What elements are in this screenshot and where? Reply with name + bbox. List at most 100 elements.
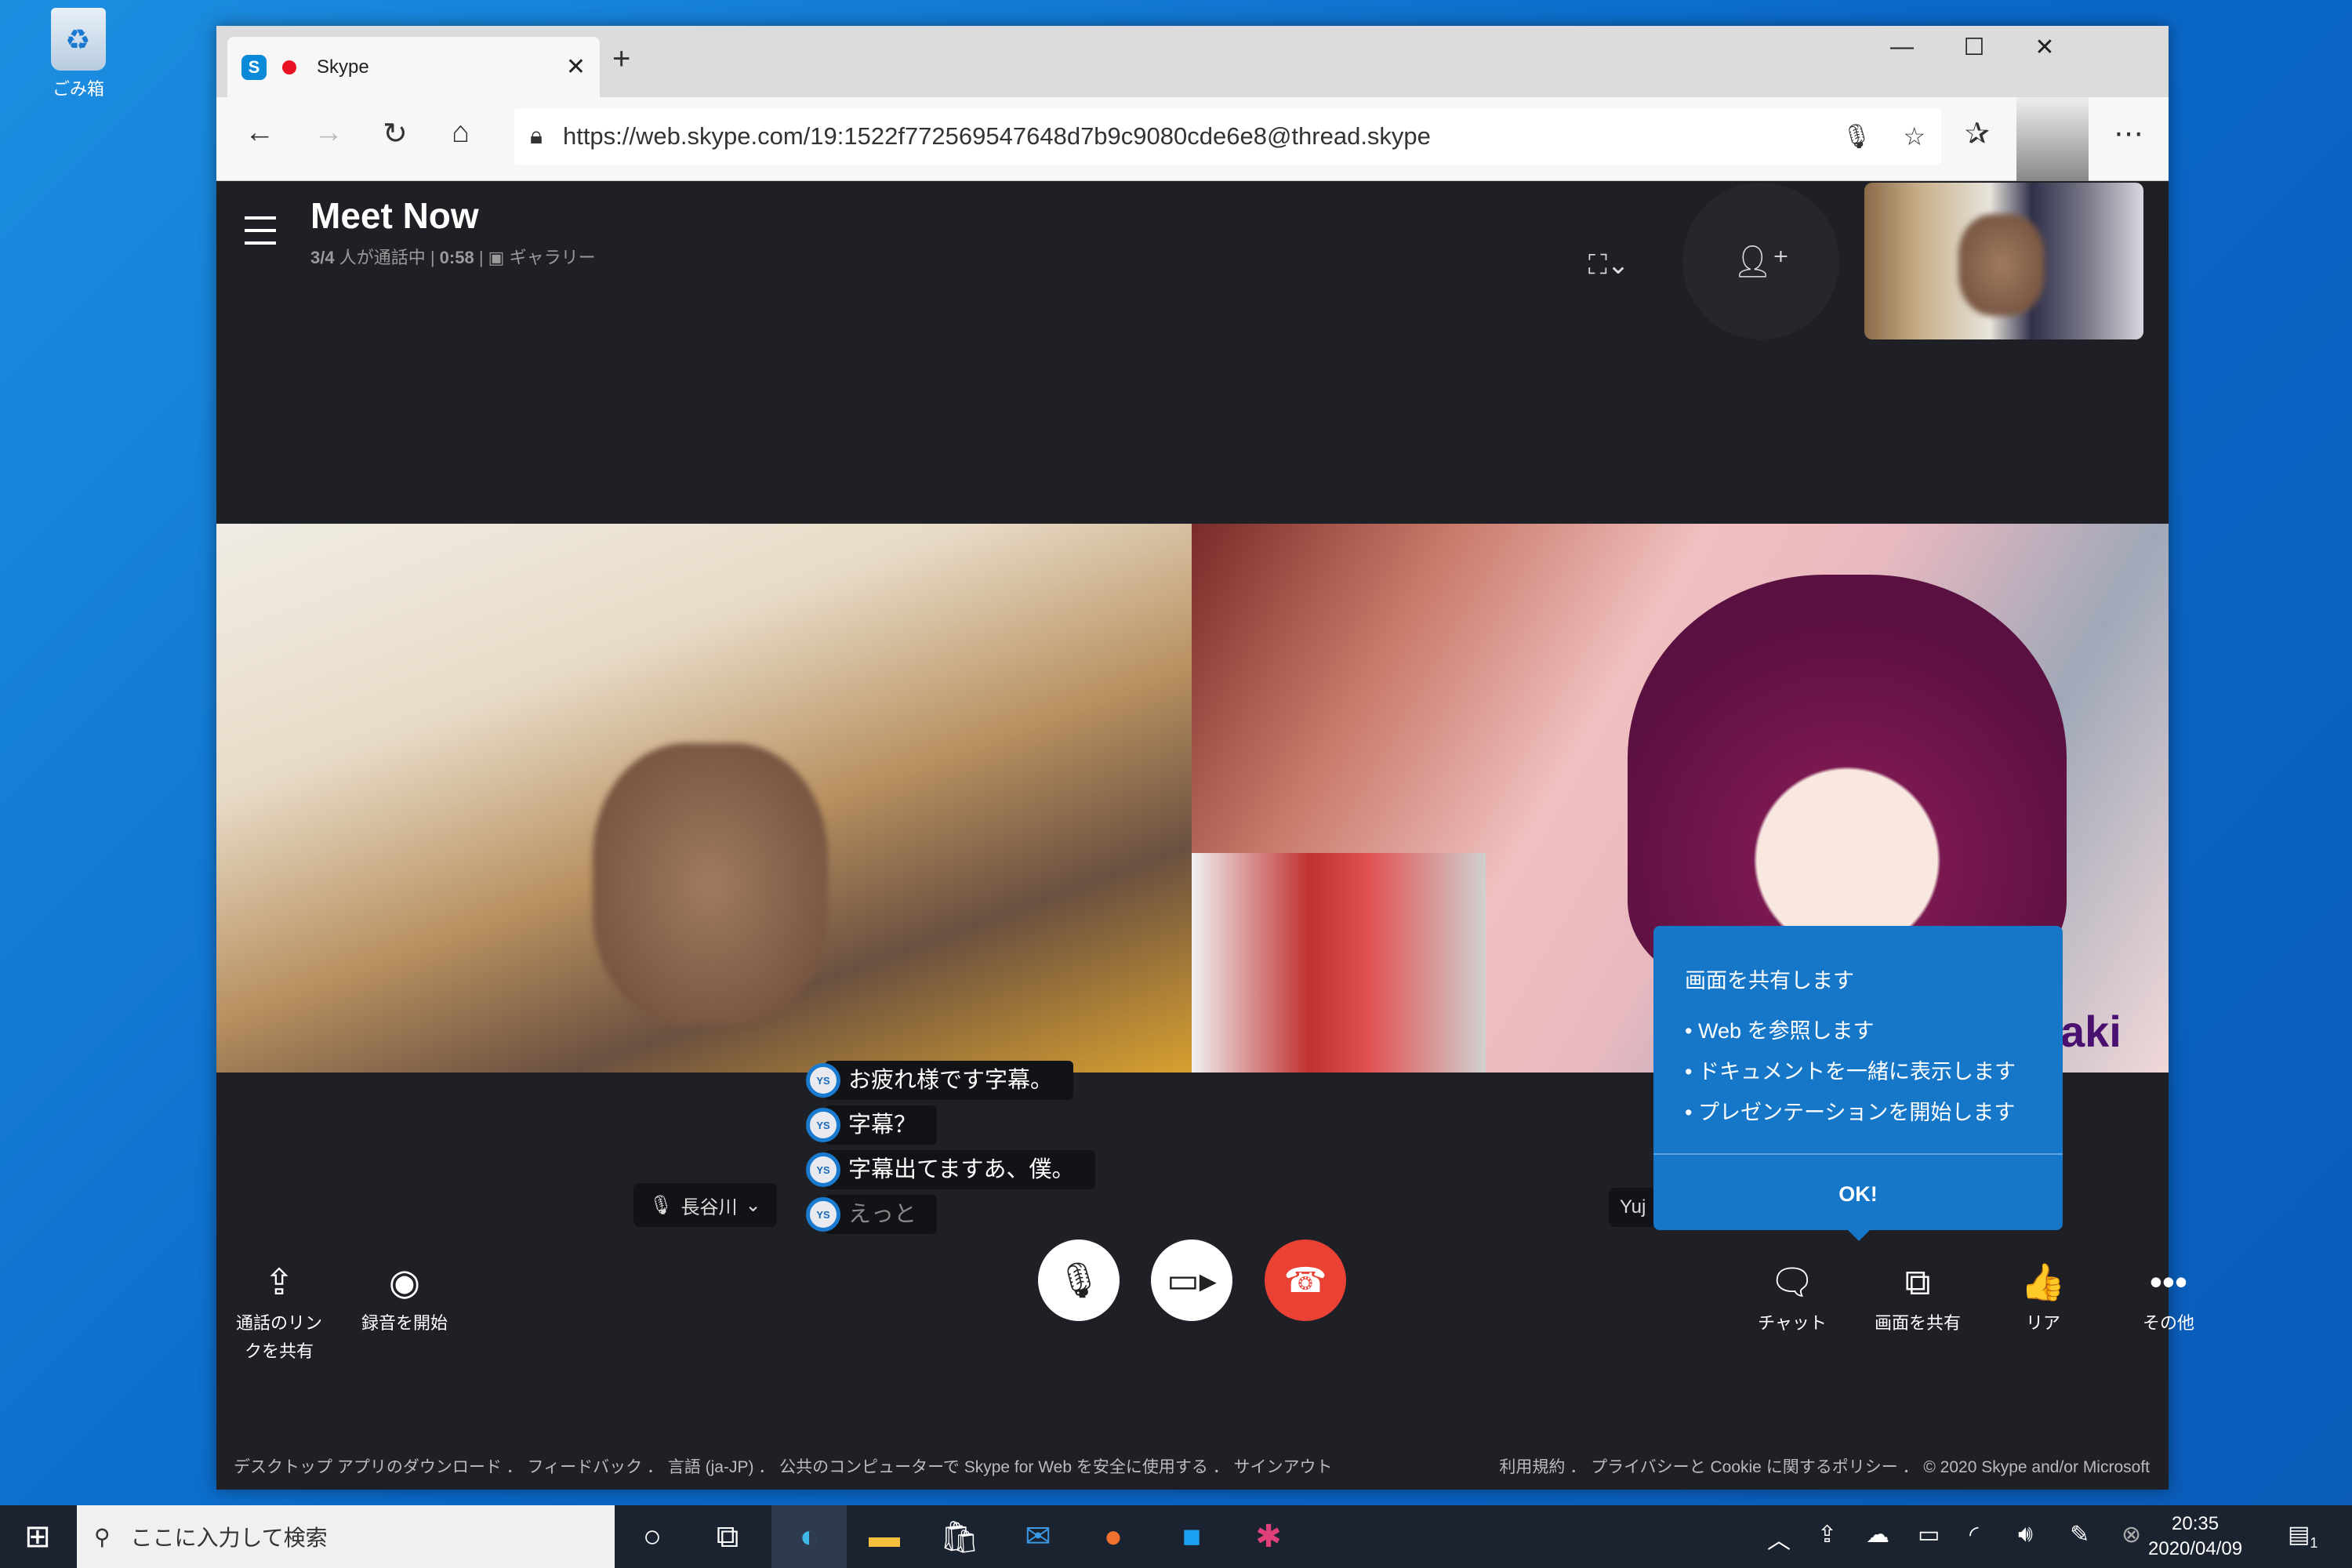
- thumbs-up-icon: 👍: [2020, 1261, 2066, 1302]
- footer-link-sign-out[interactable]: サインアウト: [1234, 1458, 1333, 1476]
- video-toggle-button[interactable]: ▭▸: [1151, 1240, 1232, 1321]
- forward-button[interactable]: →: [314, 116, 343, 150]
- tab-bar: S Skype ✕ + — ☐ ✕: [216, 26, 2169, 97]
- recycle-bin-label: ごみ箱: [52, 79, 104, 99]
- browser-tab-skype[interactable]: S Skype ✕: [227, 37, 600, 97]
- minimize-button[interactable]: —: [1878, 34, 1926, 60]
- caption-text: 字幕出てますあ、僕。: [825, 1150, 1095, 1189]
- close-tab-icon[interactable]: ✕: [566, 53, 586, 81]
- view-mode[interactable]: ギャラリー: [510, 248, 596, 267]
- file-explorer-icon[interactable]: ▬: [847, 1505, 922, 1568]
- favorites-icon[interactable]: ✰: [1965, 116, 1990, 151]
- share-screen-label: 画面を共有: [1874, 1313, 1961, 1333]
- recycle-bin-desktop-icon[interactable]: ごみ箱: [31, 8, 125, 100]
- chat-button[interactable]: 🗨︎ チャット: [1730, 1254, 1855, 1334]
- divider: [1653, 1153, 2063, 1155]
- add-participant-button[interactable]: 👤︎⁺: [1682, 183, 1839, 339]
- caption-item: YS お疲れ様です字幕。: [806, 1061, 1095, 1100]
- share-screen-button[interactable]: ⧉ 画面を共有: [1855, 1254, 1980, 1334]
- more-menu-icon[interactable]: ⋯: [2114, 116, 2143, 151]
- footer-link-download[interactable]: デスクトップ アプリのダウンロード: [234, 1458, 502, 1476]
- notification-count: 1: [2310, 1535, 2318, 1551]
- wifi-icon[interactable]: ◜: [1969, 1521, 1979, 1548]
- start-button[interactable]: ⊞: [0, 1505, 75, 1568]
- onedrive-icon[interactable]: ☁: [1866, 1521, 1889, 1548]
- close-window-button[interactable]: ✕: [2021, 34, 2068, 61]
- tooltip-ok-button[interactable]: OK!: [1653, 1161, 2063, 1228]
- address-bar-row: ← → ↻ ⌂ 🔒︎ https://web.skype.com/19:1522…: [216, 97, 2169, 181]
- caption-text: えっと: [825, 1195, 938, 1234]
- share-icon: ⇪: [263, 1261, 295, 1302]
- windows-logo-icon: ⊞: [24, 1519, 51, 1554]
- participant-suffix: 人が通話中 |: [334, 248, 440, 267]
- tooltip-title: 画面を共有します: [1685, 969, 1854, 993]
- favorite-star-icon[interactable]: ☆: [1903, 122, 1926, 151]
- avatar-character-image: [1628, 575, 2067, 982]
- maximize-button[interactable]: ☐: [1951, 34, 1998, 61]
- volume-icon[interactable]: 🔊︎: [2018, 1521, 2033, 1548]
- participant-video-3: [1192, 853, 1486, 1073]
- skype-logo-icon: S: [241, 54, 267, 80]
- share-screen-tooltip: 画面を共有します Web を参照しますドキュメントを一緒に表示しますプレゼンテー…: [1653, 926, 2063, 1241]
- footer-link-feedback[interactable]: フィードバック: [528, 1458, 643, 1476]
- caption-avatar: YS: [806, 1152, 840, 1187]
- caption-item: YS えっと: [806, 1195, 1095, 1234]
- cortana-icon[interactable]: ○: [615, 1505, 690, 1568]
- battery-icon[interactable]: ▭: [1918, 1521, 1940, 1548]
- remote-name-chip[interactable]: Yuj: [1609, 1188, 1657, 1227]
- twitter-icon[interactable]: ■: [1154, 1505, 1229, 1568]
- more-options-button[interactable]: ••• その他: [2106, 1254, 2231, 1334]
- store-icon[interactable]: 🛍︎: [922, 1505, 997, 1568]
- microphone-icon[interactable]: 🎙︎: [1842, 123, 1871, 151]
- url-field[interactable]: 🔒︎ https://web.skype.com/19:1522f7725695…: [514, 108, 1941, 165]
- caption-avatar: YS: [806, 1063, 840, 1098]
- taskbar-search[interactable]: ⚲ ここに入力して検索: [77, 1505, 615, 1568]
- caption-item: YS 字幕？: [806, 1105, 1095, 1145]
- caption-item: YS 字幕出てますあ、僕。: [806, 1150, 1095, 1189]
- fit-screen-icon[interactable]: ⛶⌄: [1588, 249, 1629, 281]
- recycle-bin-icon: [51, 8, 106, 71]
- notifications-icon[interactable]: ▤1: [2288, 1521, 2318, 1552]
- tooltip-item: プレゼンテーションを開始します: [1685, 1092, 2016, 1133]
- new-tab-button[interactable]: +: [612, 42, 630, 77]
- end-call-button[interactable]: ☎︎: [1265, 1240, 1346, 1321]
- participant-count: 3/4: [310, 248, 335, 267]
- pen-icon[interactable]: ✎: [2070, 1521, 2089, 1548]
- record-icon: ◉: [388, 1261, 421, 1302]
- profile-avatar[interactable]: [2016, 97, 2089, 181]
- footer-link-language[interactable]: 言語 (ja-JP): [668, 1458, 754, 1476]
- footer-link-public-computer[interactable]: 公共のコンピューターで Skype for Web を安全に使用する: [779, 1458, 1208, 1476]
- self-video-preview[interactable]: [1864, 183, 2143, 339]
- upload-icon[interactable]: ⇪: [1817, 1521, 1837, 1548]
- add-person-icon: 👤︎⁺: [1733, 244, 1789, 279]
- footer-links-left: デスクトップ アプリのダウンロード ． フィードバック ． 言語 (ja-JP)…: [234, 1458, 1333, 1476]
- caption-text: 字幕？: [825, 1105, 938, 1145]
- participant-name-chip[interactable]: 🎙︎ 長谷川 ⌄: [633, 1183, 777, 1227]
- footer-link-terms[interactable]: 利用規約: [1499, 1458, 1565, 1476]
- gallery-icon: ▣: [488, 248, 510, 267]
- footer-link-privacy[interactable]: プライバシーと Cookie に関するポリシー: [1591, 1458, 1898, 1476]
- edge-icon[interactable]: ◐: [771, 1505, 847, 1568]
- firefox-icon[interactable]: ●: [1076, 1505, 1151, 1568]
- menu-icon[interactable]: [245, 216, 276, 254]
- record-button[interactable]: ◉ 録音を開始: [342, 1254, 467, 1334]
- show-hidden-icons[interactable]: ︿: [1767, 1521, 1791, 1555]
- search-icon: ⚲: [94, 1524, 111, 1549]
- home-button[interactable]: ⌂: [452, 116, 470, 150]
- taskbar: ⊞ ⚲ ここに入力して検索 ○ ⧉ ◐ ▬ 🛍︎ ✉ ● ■ ✱ ︿ ⇪ ☁ ▭ …: [0, 1505, 2352, 1568]
- call-status: 3/4 人が通話中 | 0:58 | ▣ ギャラリー: [310, 244, 596, 269]
- hang-up-icon: ☎︎: [1283, 1261, 1327, 1300]
- mail-icon[interactable]: ✉: [1000, 1505, 1076, 1568]
- react-button[interactable]: 👍 リア: [1980, 1254, 2106, 1334]
- clock[interactable]: 20:35 2020/04/09: [2148, 1512, 2242, 1562]
- footer-links-right: 利用規約 ． プライバシーと Cookie に関するポリシー ． © 2020 …: [1499, 1458, 2150, 1476]
- mute-button[interactable]: 🎙︎: [1038, 1240, 1120, 1321]
- caption-avatar: YS: [806, 1197, 840, 1232]
- more-label: その他: [2142, 1313, 2194, 1333]
- slack-icon[interactable]: ✱: [1231, 1505, 1306, 1568]
- refresh-button[interactable]: ↻: [383, 116, 408, 151]
- back-button[interactable]: ←: [245, 116, 274, 150]
- task-view-icon[interactable]: ⧉: [690, 1505, 765, 1568]
- share-link-button[interactable]: ⇪ 通話のリンクを共有: [216, 1254, 342, 1366]
- close-circle-icon[interactable]: ⊗: [2122, 1521, 2141, 1548]
